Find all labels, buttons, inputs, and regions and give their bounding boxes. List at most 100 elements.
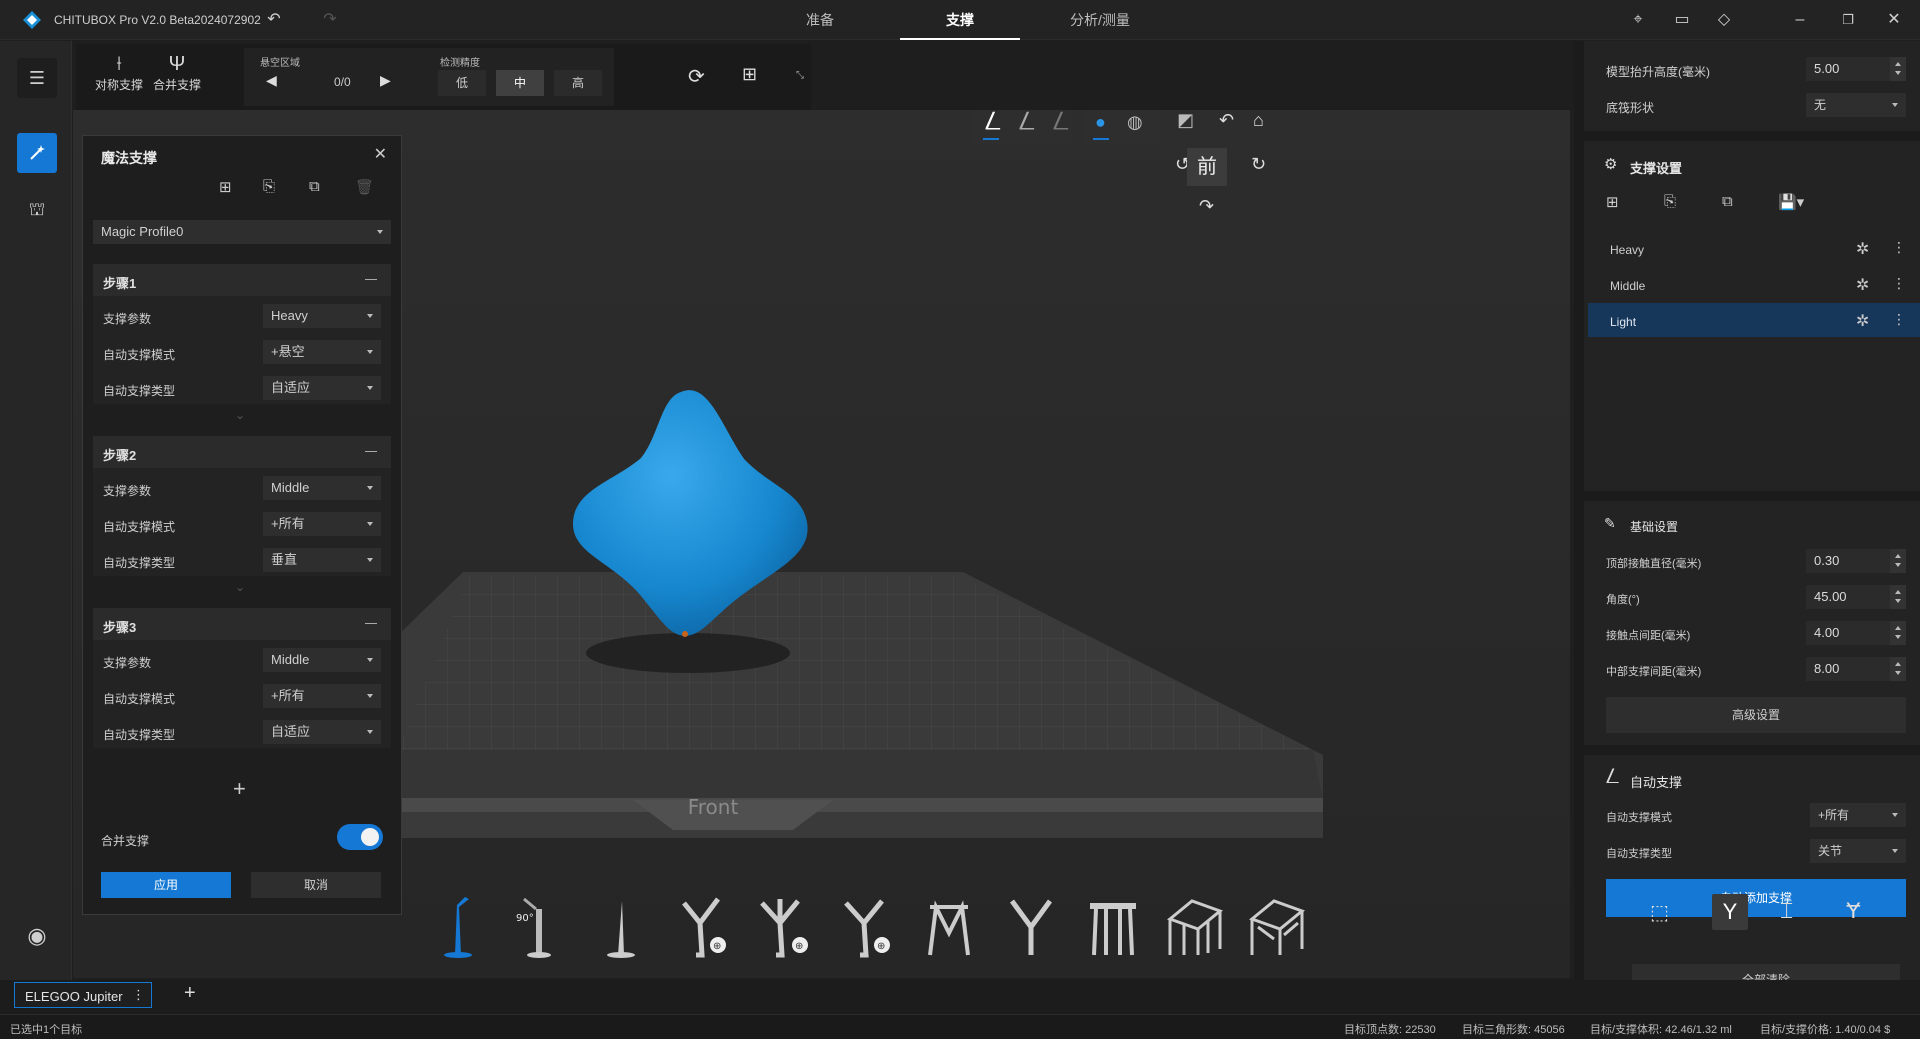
minimize-icon[interactable]: – — [1790, 10, 1810, 30]
support-thumb-8[interactable] — [998, 893, 1064, 959]
previous-overhang-icon[interactable]: ◀ — [266, 72, 277, 89]
support-thumb-4[interactable]: ⊕ — [670, 893, 736, 959]
merge-support-button[interactable]: Ψ 合并支撑 — [150, 52, 204, 93]
add-printer-icon[interactable]: + — [184, 982, 196, 1005]
undo-icon[interactable]: ↶ — [264, 10, 284, 30]
refresh-icon[interactable]: ⟳ — [688, 64, 705, 89]
preset-mesh-icon[interactable]: ✲ — [1856, 275, 1869, 295]
rotate-left-icon[interactable]: ↶ — [1219, 110, 1234, 131]
support-thumb-9[interactable] — [1080, 893, 1146, 959]
home-view-icon[interactable]: ⌂ — [1253, 110, 1264, 131]
menu-button[interactable]: ☰ — [17, 58, 57, 98]
more-options-icon[interactable]: ⋮ — [1892, 311, 1906, 328]
more-options-icon[interactable]: ⋮ — [1892, 275, 1906, 292]
import-profile-icon[interactable]: ⎘ — [263, 178, 275, 195]
step2-params-select[interactable]: Middle — [263, 476, 381, 500]
auto-type-select[interactable]: 关节 — [1810, 839, 1906, 863]
expand-icon[interactable]: ⤡ — [796, 70, 804, 81]
angle-input[interactable]: 45.00 — [1806, 585, 1906, 609]
tab-analysis[interactable]: 分析/测量 — [1040, 0, 1160, 40]
delete-profile-icon[interactable]: 🗑 — [355, 178, 374, 196]
save-preset-icon[interactable]: 💾▾ — [1778, 193, 1804, 211]
add-preset-icon[interactable]: ⊞ — [1606, 193, 1619, 211]
profile-select[interactable]: Magic Profile0 — [93, 220, 391, 244]
support-medium-icon[interactable]: ⎳ — [1019, 110, 1035, 131]
tab-prepare[interactable]: 准备 — [760, 0, 880, 40]
raft-select[interactable]: 无 — [1806, 93, 1906, 117]
add-step-icon[interactable]: + — [233, 776, 246, 802]
contact-spacing-input[interactable]: 4.00 — [1806, 621, 1906, 645]
step3-header[interactable]: 步骤3 — [93, 608, 391, 640]
edit-support-icon[interactable]: ⌶ — [1780, 898, 1793, 924]
precision-mid-button[interactable]: 中 — [496, 70, 544, 96]
next-overhang-icon[interactable]: ▶ — [380, 72, 391, 89]
network-icon[interactable]: ⌖ — [1628, 10, 1648, 30]
solid-view-icon[interactable]: ● — [1095, 112, 1106, 133]
support-thumb-3[interactable] — [588, 893, 654, 959]
preset-heavy[interactable]: Heavy ✲ ⋮ — [1594, 231, 1914, 265]
merge-support-toggle[interactable] — [337, 824, 383, 850]
stepper-icon[interactable] — [1890, 621, 1906, 645]
step2-header[interactable]: 步骤2 — [93, 436, 391, 468]
support-heavy-icon[interactable]: ⎳ — [1053, 110, 1069, 131]
step1-header[interactable]: 步骤1 — [93, 264, 391, 296]
import-preset-icon[interactable]: ⎘ — [1664, 193, 1676, 210]
cancel-button[interactable]: 取消 — [251, 872, 381, 898]
rotate-cw-icon[interactable]: ↻ — [1251, 154, 1266, 175]
xray-view-icon[interactable]: ◍ — [1127, 112, 1143, 133]
feedback-icon[interactable]: ◇ — [1714, 10, 1734, 30]
view-cube[interactable]: 前 — [1187, 148, 1227, 186]
rotate-down-icon[interactable]: ↷ — [1199, 196, 1214, 217]
more-options-icon[interactable]: ⋮ — [1892, 239, 1906, 256]
step1-type-select[interactable]: 自适应 — [263, 376, 381, 400]
step3-type-select[interactable]: 自适应 — [263, 720, 381, 744]
copy-preset-icon[interactable]: ⧉ — [1722, 193, 1733, 210]
stepper-icon[interactable] — [1890, 585, 1906, 609]
close-window-icon[interactable]: ✕ — [1884, 10, 1904, 30]
select-support-icon[interactable]: ⬚ — [1650, 900, 1669, 925]
mirror-support-icon[interactable]: ⊞ — [742, 64, 757, 85]
precision-high-button[interactable]: 高 — [554, 70, 602, 96]
support-thumb-6[interactable]: ⊕ — [834, 893, 900, 959]
lift-height-input[interactable]: 5.00 — [1806, 57, 1906, 81]
step1-mode-select[interactable]: +悬空 — [263, 340, 381, 364]
support-thumb-7[interactable] — [916, 893, 982, 959]
ortho-view-icon[interactable]: ◩ — [1177, 110, 1194, 131]
advanced-settings-button[interactable]: 高级设置 — [1606, 697, 1906, 733]
more-options-icon[interactable]: ⋮ — [132, 987, 145, 1003]
account-button[interactable]: ◉ — [17, 916, 57, 956]
precision-low-button[interactable]: 低 — [438, 70, 486, 96]
support-thumb-2[interactable]: 90° — [506, 893, 572, 959]
preset-mesh-icon[interactable]: ✲ — [1856, 311, 1869, 331]
collapse-icon[interactable] — [365, 279, 377, 280]
magic-support-button[interactable] — [17, 133, 57, 173]
support-thumb-10[interactable] — [1162, 893, 1228, 959]
step3-params-select[interactable]: Middle — [263, 648, 381, 672]
add-support-icon[interactable]: Y — [1712, 894, 1748, 930]
support-thumb-5[interactable]: ⊕ — [752, 893, 818, 959]
apply-button[interactable]: 应用 — [101, 872, 231, 898]
stepper-icon[interactable] — [1890, 57, 1906, 81]
copy-profile-icon[interactable]: ⧉ — [309, 178, 320, 195]
mid-spacing-input[interactable]: 8.00 — [1806, 657, 1906, 681]
contact-diameter-input[interactable]: 0.30 — [1806, 549, 1906, 573]
remove-support-icon[interactable]: Ɏ — [1846, 898, 1861, 924]
symmetric-support-button[interactable]: ⟊ 对称支撑 — [92, 52, 146, 93]
add-profile-icon[interactable]: ⊞ — [219, 178, 232, 196]
auto-mode-select[interactable]: +所有 — [1810, 803, 1906, 827]
stepper-icon[interactable] — [1890, 657, 1906, 681]
support-thumb-11[interactable] — [1244, 893, 1310, 959]
collapse-icon[interactable] — [365, 451, 377, 452]
message-icon[interactable]: ▭ — [1672, 10, 1692, 30]
close-icon[interactable]: ✕ — [374, 144, 387, 164]
redo-icon[interactable]: ↷ — [320, 10, 340, 30]
step3-mode-select[interactable]: +所有 — [263, 684, 381, 708]
tab-support[interactable]: 支撑 — [900, 0, 1020, 40]
preset-mesh-icon[interactable]: ✲ — [1856, 239, 1869, 259]
collapse-icon[interactable] — [365, 623, 377, 624]
step1-params-select[interactable]: Heavy — [263, 304, 381, 328]
support-thumb-1[interactable] — [425, 893, 491, 959]
preset-middle[interactable]: Middle ✲ ⋮ — [1594, 267, 1914, 301]
stepper-icon[interactable] — [1890, 549, 1906, 573]
restore-icon[interactable]: ❐ — [1838, 10, 1858, 30]
